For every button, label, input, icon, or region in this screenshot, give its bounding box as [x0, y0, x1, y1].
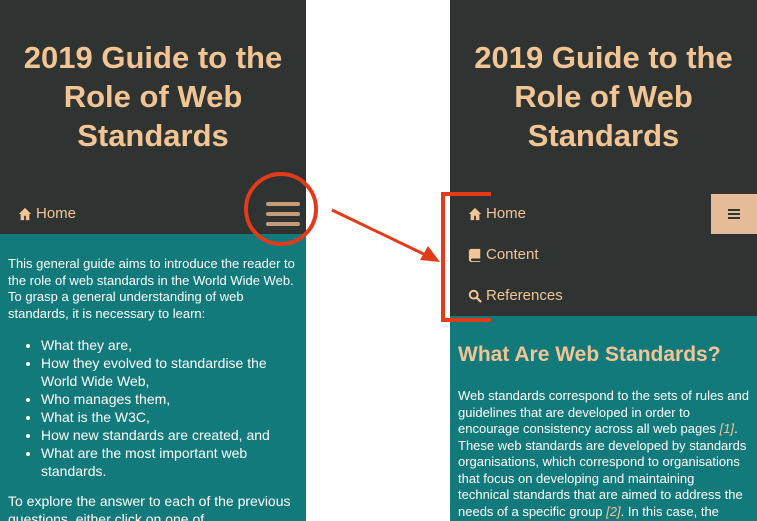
- list-item: What is the W3C,: [41, 408, 298, 426]
- citation-link[interactable]: [2]: [606, 504, 620, 519]
- main-section: What Are Web Standards? Web standards co…: [450, 316, 757, 521]
- nav-home-label: Home: [36, 205, 77, 222]
- site-title: 2019 Guide to the Role of Web Standards: [450, 0, 757, 194]
- list-item: How new standards are created, and: [41, 426, 298, 444]
- outro-paragraph: To explore the answer to each of the pre…: [8, 493, 291, 521]
- mobile-view-expanded: 2019 Guide to the Role of Web Standards …: [450, 0, 757, 521]
- nav-content-label: Content: [486, 246, 539, 263]
- list-item: Who manages them,: [41, 390, 298, 408]
- intro-section: This general guide aims to introduce the…: [0, 234, 306, 521]
- nav-references-label: References: [486, 287, 563, 304]
- hamburger-button[interactable]: [711, 194, 757, 234]
- annotation-arrow: [331, 208, 440, 262]
- section-paragraph: Web standards correspond to the sets of …: [458, 388, 749, 519]
- nav-home-link[interactable]: Home: [18, 205, 76, 222]
- hamburger-icon: [728, 209, 740, 219]
- intro-paragraph: This general guide aims to introduce the…: [8, 256, 295, 321]
- citation-link[interactable]: [1]: [720, 421, 734, 436]
- site-title: 2019 Guide to the Role of Web Standards: [0, 0, 306, 194]
- list-item: What they are,: [41, 336, 298, 354]
- navbar-expanded: Home Content References: [450, 194, 757, 316]
- mobile-view-collapsed: 2019 Guide to the Role of Web Standards …: [0, 0, 306, 521]
- list-item: How they evolved to standardise the Worl…: [41, 354, 298, 390]
- annotation-circle: [244, 172, 318, 246]
- topics-list: What they are, How they evolved to stand…: [8, 336, 298, 480]
- list-item: What are the most important web standard…: [41, 444, 298, 480]
- section-heading: What Are Web Standards?: [458, 343, 721, 366]
- home-icon: [18, 207, 32, 220]
- nav-home-label: Home: [486, 205, 527, 222]
- annotation-bracket: [441, 192, 491, 322]
